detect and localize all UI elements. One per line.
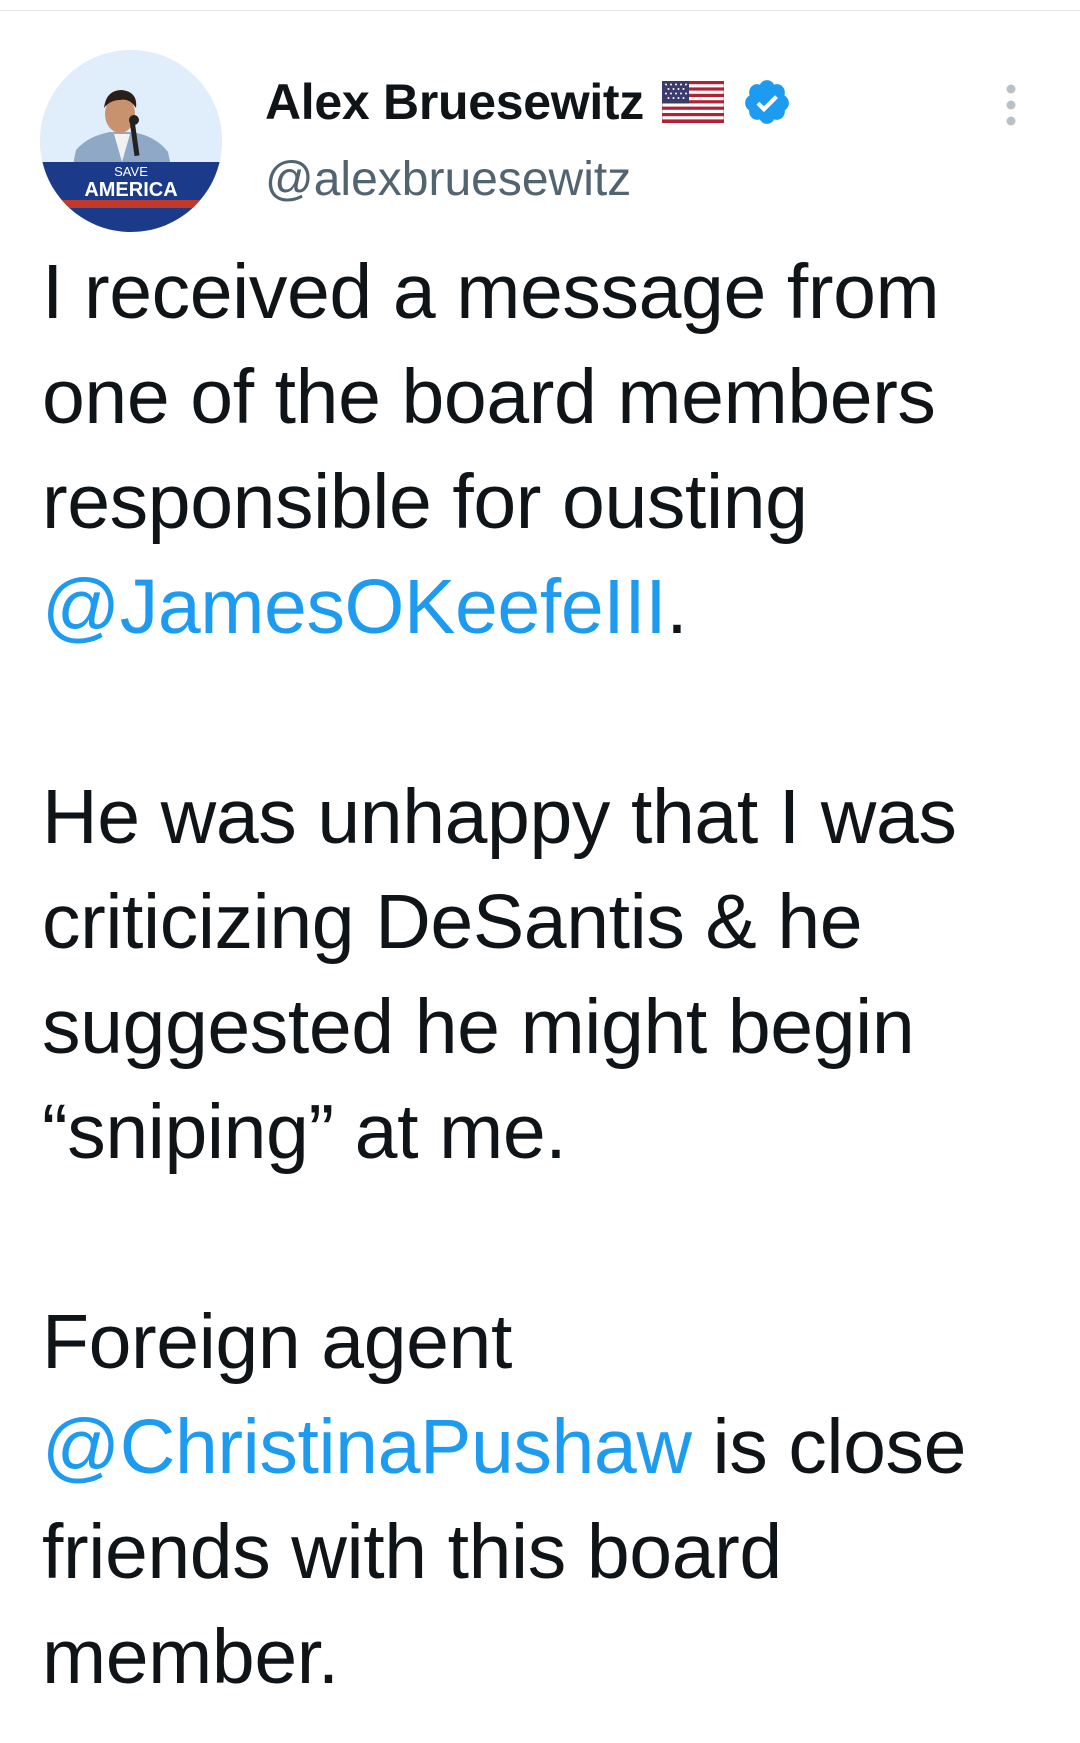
avatar-banner-line2: AMERICA (84, 179, 177, 201)
avatar[interactable]: SAVE AMERICA (40, 50, 222, 232)
verified-badge-icon[interactable] (742, 77, 792, 127)
tweet-paragraph-2: He was unhappy that I was criticizing De… (42, 765, 1052, 1185)
tweet-paragraph-3: Foreign agent @ChristinaPushaw is close … (42, 1290, 1052, 1710)
tweet-paragraph-1: I received a message from one of the boa… (42, 240, 1052, 660)
paragraph-3-lead: Foreign agent (42, 1299, 512, 1385)
us-flag-icon (661, 80, 725, 124)
handle[interactable]: @alexbruesewitz (265, 152, 985, 207)
name-row: Alex Bruesewitz (265, 70, 985, 134)
tweet-text: I received a message from one of the boa… (42, 240, 1052, 1710)
display-name[interactable]: Alex Bruesewitz (265, 73, 644, 131)
avatar-image: SAVE AMERICA (40, 50, 222, 232)
paragraph-1-text: I received a message from one of the boa… (42, 249, 940, 545)
paragraph-1-tail: . (666, 564, 688, 650)
paragraph-2-text: He was unhappy that I was criticizing De… (42, 774, 957, 1175)
author-header: Alex Bruesewitz @alexbruesewitz (265, 70, 985, 207)
more-vertical-icon[interactable] (996, 80, 1026, 130)
tweet: SAVE AMERICA Alex Bruesewitz @alexbruese… (0, 0, 1080, 1743)
mention-christinapushaw[interactable]: @ChristinaPushaw (42, 1404, 692, 1490)
avatar-banner-line1: SAVE (114, 164, 148, 179)
mention-jamesokeefe[interactable]: @JamesOKeefeIII (42, 564, 667, 650)
